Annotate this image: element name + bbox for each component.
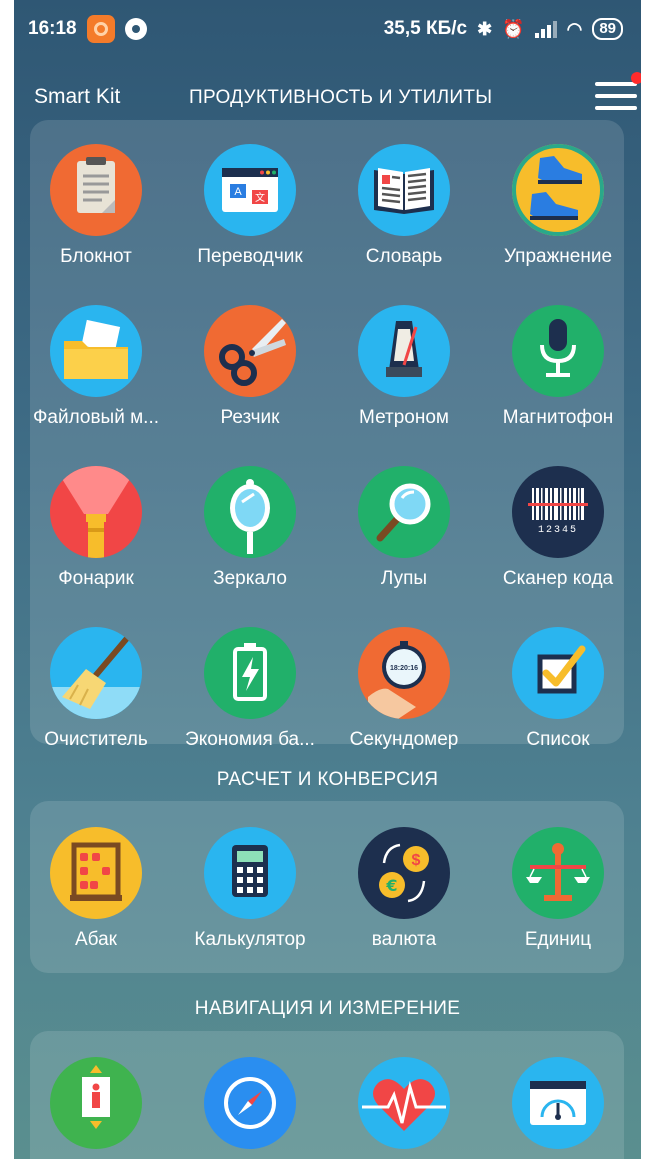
app-tile-cleaner[interactable]: Очиститель [19, 627, 173, 751]
app-label: Блокнот [60, 246, 132, 267]
app-label: Абак [75, 929, 117, 950]
app-tile-heart-rate[interactable] [327, 1057, 481, 1149]
app-tile-translator[interactable]: A文 Переводчик [173, 144, 327, 268]
app-tile-elevator[interactable] [19, 1057, 173, 1149]
heart-rate-icon [358, 1057, 450, 1149]
app-label: Секундомер [349, 729, 459, 750]
app-label: Переводчик [197, 246, 303, 267]
battery-icon [204, 627, 296, 719]
metronome-icon [358, 305, 450, 397]
calculator-icon [204, 827, 296, 919]
app-tile-abacus[interactable]: Абак [19, 827, 173, 951]
barcode-icon: 12345 [512, 466, 604, 558]
productivity-panel: Блокнот A文 Переводчик Словарь Упражнение… [30, 120, 624, 750]
app-label: Магнитофон [502, 407, 614, 428]
app-label: валюта [371, 929, 437, 950]
app-tile-compass[interactable] [173, 1057, 327, 1149]
app-tile-notepad[interactable]: Блокнот [19, 144, 173, 268]
barcode-digits: 12345 [538, 525, 578, 536]
flashlight-icon [50, 466, 142, 558]
section-title-calculation: РАСЧЕТ И КОНВЕРСИЯ [216, 769, 439, 790]
app-tile-list[interactable]: Список [481, 627, 635, 751]
app-tile-cutter[interactable]: Резчик [173, 305, 327, 429]
scissors-icon [204, 305, 296, 397]
app-notification-icon [86, 15, 115, 43]
app-label: Метроном [359, 407, 449, 428]
broom-icon [50, 627, 142, 719]
folder-icon [50, 305, 142, 397]
app-tile-code-scanner[interactable]: 12345 Сканер кода [481, 466, 635, 590]
status-time: 16:18 [28, 18, 77, 39]
app-tile-calculator[interactable]: Калькулятор [173, 827, 327, 951]
mirror-icon [204, 466, 296, 558]
section-title-productivity: ПРОДУКТИВНОСТЬ И УТИЛИТЫ [189, 87, 493, 108]
calculation-panel: Абак Калькулятор $ € валюта Единиц [30, 801, 624, 973]
stopwatch-time: 18:20:16 [390, 665, 418, 672]
app-label: Упражнение [503, 246, 613, 267]
status-bar: 16:18 35,5 КБ/с ✱ ⏰ ◠ 89 [14, 0, 641, 58]
stopwatch-icon: 18:20:16 [358, 627, 450, 719]
translator-icon: A文 [204, 144, 296, 236]
app-title: Smart Kit [34, 85, 121, 108]
wifi-icon: ◠ [566, 18, 583, 39]
app-label: Сканер кода [502, 568, 614, 589]
battery-indicator: 89 [592, 18, 623, 40]
checklist-icon [512, 627, 604, 719]
scale-icon [512, 827, 604, 919]
notification-dot [631, 72, 641, 84]
svg-text:€: € [385, 876, 397, 895]
app-label: Зеркало [213, 568, 287, 589]
app-tile-flashlight[interactable]: Фонарик [19, 466, 173, 590]
app-tile-metronome[interactable]: Метроном [327, 305, 481, 429]
top-bar: Smart Kit ПРОДУКТИВНОСТЬ И УТИЛИТЫ [14, 58, 641, 128]
section-title-navigation: НАВИГАЦИЯ И ИЗМЕРЕНИЕ [194, 998, 461, 1019]
svg-text:A: A [234, 186, 242, 198]
message-notification-icon [124, 18, 147, 40]
speedometer-icon [512, 1057, 604, 1149]
app-label: Экономия ба... [185, 729, 315, 750]
app-label: Калькулятор [194, 929, 306, 950]
sneaker-icon [512, 144, 604, 236]
magnifier-icon [358, 466, 450, 558]
app-tile-units[interactable]: Единиц [481, 827, 635, 951]
network-speed: 35,5 КБ/с [383, 18, 468, 39]
currency-icon: $ € [358, 827, 450, 919]
svg-text:$: $ [412, 852, 421, 869]
app-tile-battery-saver[interactable]: Экономия ба... [173, 627, 327, 751]
app-label: Очиститель [44, 729, 148, 750]
menu-button[interactable] [591, 72, 641, 120]
compass-icon [204, 1057, 296, 1149]
alarm-icon: ⏰ [502, 18, 525, 39]
app-tile-exercise[interactable]: Упражнение [481, 144, 635, 268]
bluetooth-icon: ✱ [477, 18, 493, 39]
app-label: Единиц [524, 929, 592, 950]
app-label: Список [526, 729, 590, 750]
app-tile-stopwatch[interactable]: 18:20:16 Секундомер [327, 627, 481, 751]
app-tile-mirror[interactable]: Зеркало [173, 466, 327, 590]
elevator-icon [50, 1057, 142, 1149]
app-tile-magnifier[interactable]: Лупы [327, 466, 481, 590]
app-label: Лупы [380, 568, 428, 589]
app-tile-currency[interactable]: $ € валюта [327, 827, 481, 951]
abacus-icon [50, 827, 142, 919]
phone-screen: 16:18 35,5 КБ/с ✱ ⏰ ◠ 89 Smart Kit ПРОДУ… [14, 0, 641, 1159]
app-tile-recorder[interactable]: Магнитофон [481, 305, 635, 429]
navigation-panel [30, 1031, 624, 1159]
app-label: Фонарик [58, 568, 134, 589]
app-label: Словарь [365, 246, 443, 267]
app-label: Резчик [220, 407, 280, 428]
app-tile-dictionary[interactable]: Словарь [327, 144, 481, 268]
microphone-icon [512, 305, 604, 397]
app-tile-speedometer[interactable] [481, 1057, 635, 1149]
dictionary-icon [358, 144, 450, 236]
signal-icon [534, 20, 557, 38]
notepad-icon [50, 144, 142, 236]
app-label: Файловый м... [32, 407, 160, 428]
svg-text:文: 文 [255, 191, 265, 204]
app-tile-file-manager[interactable]: Файловый м... [19, 305, 173, 429]
